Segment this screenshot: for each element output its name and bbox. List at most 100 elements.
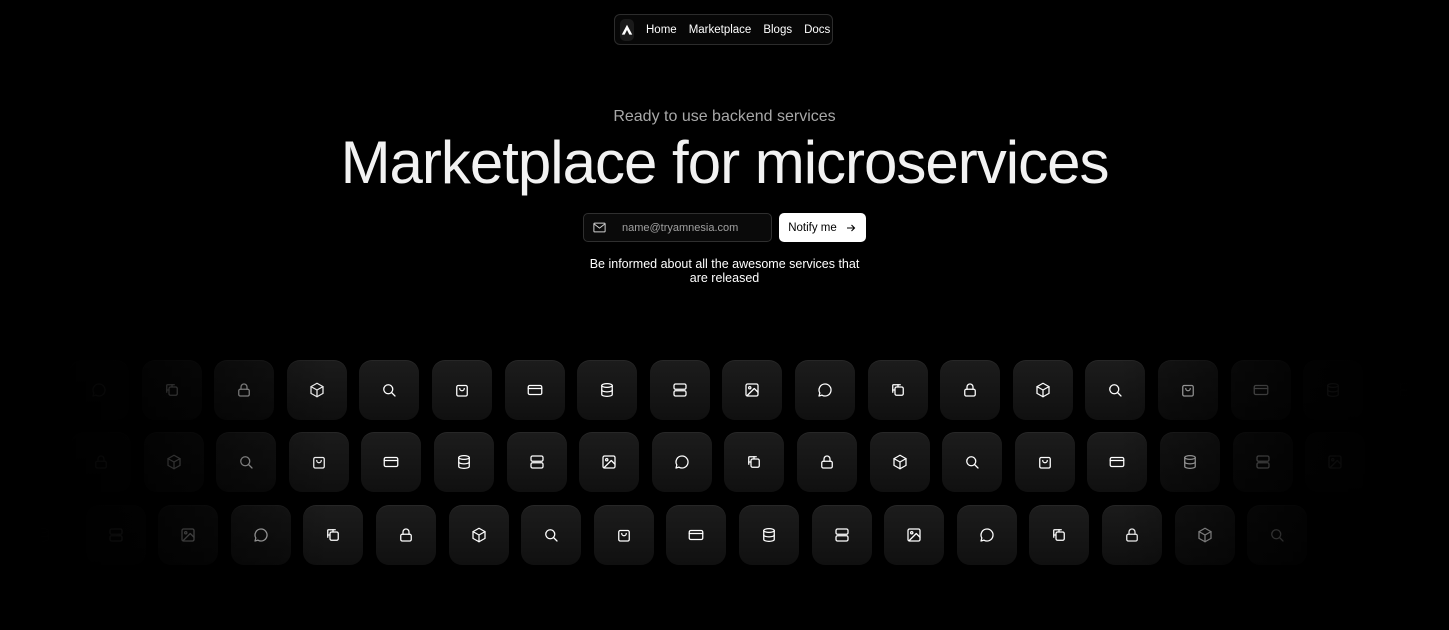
chat-icon bbox=[818, 383, 832, 397]
bag-icon bbox=[617, 529, 630, 542]
copy-icon bbox=[327, 529, 340, 541]
search-icon bbox=[383, 384, 397, 397]
service-tile-image[interactable] bbox=[884, 505, 945, 565]
nav-link-marketplace[interactable]: Marketplace bbox=[689, 24, 752, 36]
chat-icon bbox=[92, 383, 106, 397]
service-tile-server[interactable] bbox=[1232, 432, 1293, 492]
info-text: Be informed about all the awesome servic… bbox=[589, 257, 860, 285]
service-tile-search[interactable] bbox=[521, 505, 582, 565]
service-tile-database[interactable] bbox=[1160, 432, 1220, 492]
service-tile-copy[interactable] bbox=[724, 432, 785, 492]
notify-button-label: Notify me bbox=[788, 221, 837, 234]
service-tile-database[interactable] bbox=[739, 505, 799, 565]
server-icon bbox=[834, 528, 849, 542]
lock-icon bbox=[964, 383, 977, 397]
service-tile-copy[interactable] bbox=[1029, 505, 1090, 565]
bag-icon bbox=[456, 384, 468, 397]
service-tile-search[interactable] bbox=[942, 432, 1003, 492]
service-tile-bag[interactable] bbox=[593, 505, 654, 565]
service-tile-server[interactable] bbox=[85, 505, 146, 565]
database-icon bbox=[601, 382, 614, 398]
service-tile-chat[interactable] bbox=[956, 505, 1017, 565]
server-icon bbox=[108, 528, 123, 542]
bag-icon bbox=[1038, 456, 1051, 469]
service-tile-server[interactable] bbox=[811, 505, 872, 565]
service-tile-chat[interactable] bbox=[69, 360, 129, 420]
service-tile-cube[interactable] bbox=[869, 432, 930, 492]
nav-link-home[interactable]: Home bbox=[646, 24, 677, 36]
service-tile-card[interactable] bbox=[504, 360, 565, 420]
lock-icon bbox=[238, 383, 251, 397]
chat-icon bbox=[675, 455, 689, 469]
card-icon bbox=[384, 456, 399, 468]
service-tile-search[interactable] bbox=[359, 360, 420, 420]
service-tile-bag[interactable] bbox=[288, 432, 349, 492]
service-tile-cube[interactable] bbox=[448, 505, 509, 565]
service-tile-copy[interactable] bbox=[141, 360, 202, 420]
server-icon bbox=[529, 455, 544, 469]
cube-icon bbox=[310, 382, 324, 398]
database-icon bbox=[1184, 454, 1196, 470]
nav-link-blogs[interactable]: Blogs bbox=[763, 24, 792, 36]
copy-icon bbox=[891, 384, 904, 396]
server-icon bbox=[1255, 455, 1270, 469]
service-tile-image[interactable] bbox=[579, 432, 640, 492]
search-icon bbox=[1109, 384, 1123, 397]
service-tile-cube[interactable] bbox=[1012, 360, 1073, 420]
service-tile-bag[interactable] bbox=[1014, 432, 1075, 492]
service-tile-card[interactable] bbox=[666, 505, 727, 565]
card-icon bbox=[1253, 384, 1268, 396]
logo-a-icon[interactable] bbox=[620, 18, 634, 41]
service-tile-database[interactable] bbox=[1303, 360, 1364, 420]
database-icon bbox=[1327, 382, 1340, 398]
service-tile-server[interactable] bbox=[506, 432, 567, 492]
service-tile-search[interactable] bbox=[1247, 505, 1308, 565]
service-tile-lock[interactable] bbox=[797, 432, 857, 492]
service-tile-image[interactable] bbox=[1305, 432, 1366, 492]
service-tile-chat[interactable] bbox=[795, 360, 855, 420]
service-tile-copy[interactable] bbox=[867, 360, 928, 420]
nav-link-docs[interactable]: Docs bbox=[804, 24, 830, 36]
database-icon bbox=[458, 454, 470, 470]
bag-icon bbox=[1182, 384, 1194, 397]
chat-icon bbox=[980, 528, 994, 542]
service-tile-card[interactable] bbox=[1087, 432, 1148, 492]
service-tile-chat[interactable] bbox=[230, 505, 291, 565]
service-tile-image[interactable] bbox=[722, 360, 783, 420]
image-icon bbox=[181, 528, 195, 542]
copy-icon bbox=[748, 456, 761, 468]
service-tile-database[interactable] bbox=[13, 505, 73, 565]
service-tile-search[interactable] bbox=[216, 432, 277, 492]
service-tile-database[interactable] bbox=[577, 360, 638, 420]
service-tile-bag[interactable] bbox=[432, 360, 492, 420]
service-tile-bag[interactable] bbox=[1158, 360, 1218, 420]
service-tile-search[interactable] bbox=[1085, 360, 1146, 420]
search-icon bbox=[545, 529, 558, 542]
service-tile-chat[interactable] bbox=[651, 432, 712, 492]
service-tile-copy[interactable] bbox=[303, 505, 364, 565]
card-icon bbox=[527, 384, 542, 396]
service-tile-lock[interactable] bbox=[71, 432, 131, 492]
service-tile-card[interactable] bbox=[361, 432, 422, 492]
service-tile-image[interactable] bbox=[158, 505, 219, 565]
card-icon bbox=[1110, 456, 1125, 468]
service-tile-lock[interactable] bbox=[940, 360, 1001, 420]
service-tile-card[interactable] bbox=[1230, 360, 1291, 420]
service-tile-lock[interactable] bbox=[376, 505, 436, 565]
hero-subtitle: Ready to use backend services bbox=[613, 108, 836, 125]
service-tile-cube[interactable] bbox=[1174, 505, 1235, 565]
service-tile-lock[interactable] bbox=[214, 360, 275, 420]
service-tile-server[interactable] bbox=[1375, 360, 1436, 420]
service-tile-cube[interactable] bbox=[143, 432, 204, 492]
service-tile-lock[interactable] bbox=[1102, 505, 1162, 565]
service-tile-server[interactable] bbox=[649, 360, 710, 420]
cube-icon bbox=[892, 454, 907, 470]
server-icon bbox=[1399, 383, 1413, 397]
copy-icon bbox=[165, 384, 178, 396]
email-input[interactable] bbox=[620, 220, 764, 235]
service-tile-cube[interactable] bbox=[286, 360, 347, 420]
cube-icon bbox=[471, 527, 486, 543]
service-tile-database[interactable] bbox=[434, 432, 494, 492]
search-icon bbox=[1271, 529, 1284, 542]
notify-me-button[interactable]: Notify me bbox=[779, 213, 866, 242]
